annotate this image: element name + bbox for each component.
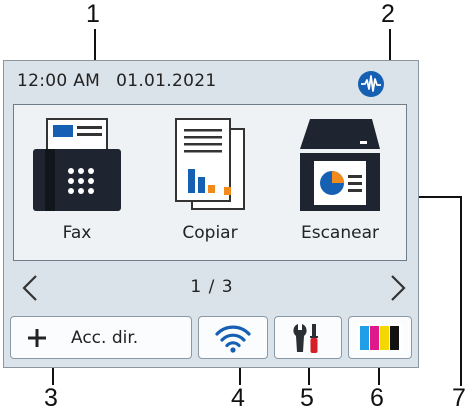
pager: 1 / 3 bbox=[4, 269, 420, 309]
leader-line-7-vertical bbox=[460, 196, 462, 386]
copy-tile[interactable]: Copiar bbox=[150, 115, 270, 261]
wifi-icon bbox=[215, 325, 251, 353]
scanner-icon bbox=[300, 119, 380, 211]
callout-7: 7 bbox=[452, 384, 466, 412]
shortcut-label: Acc. dir. bbox=[71, 328, 139, 348]
scan-label: Escanear bbox=[300, 223, 379, 243]
ink-cartridges-icon bbox=[358, 324, 402, 352]
fax-tile[interactable]: Fax bbox=[17, 115, 137, 261]
callout-2: 2 bbox=[381, 0, 395, 28]
clock-time: 12:00 AM bbox=[17, 71, 101, 91]
callout-5: 5 bbox=[300, 384, 314, 412]
clock-date: 01.01.2021 bbox=[116, 71, 217, 91]
settings-button[interactable] bbox=[274, 316, 342, 359]
app-panel: Fax Copiar Escanear bbox=[13, 104, 407, 261]
callout-6: 6 bbox=[370, 384, 384, 412]
callout-4: 4 bbox=[231, 384, 245, 412]
shortcut-button[interactable]: Acc. dir. bbox=[10, 316, 192, 359]
scan-tile[interactable]: Escanear bbox=[280, 115, 400, 261]
ink-button[interactable] bbox=[348, 316, 412, 359]
copy-label: Copiar bbox=[182, 223, 238, 243]
chevron-right-icon[interactable] bbox=[386, 273, 410, 303]
fax-icon bbox=[33, 118, 121, 211]
wifi-button[interactable] bbox=[198, 316, 268, 359]
tools-icon bbox=[293, 324, 318, 353]
network-pulse-icon[interactable] bbox=[358, 71, 384, 97]
page-indicator: 1 / 3 bbox=[190, 277, 234, 297]
touchscreen: 12:00 AM 01.01.2021 Fax Copiar Escanear … bbox=[3, 60, 419, 368]
copy-icon bbox=[175, 118, 245, 210]
fax-label: Fax bbox=[62, 223, 92, 243]
callout-1: 1 bbox=[86, 0, 100, 28]
plus-icon bbox=[28, 329, 46, 347]
callout-3: 3 bbox=[44, 384, 58, 412]
status-bar: 12:00 AM 01.01.2021 bbox=[17, 71, 228, 91]
